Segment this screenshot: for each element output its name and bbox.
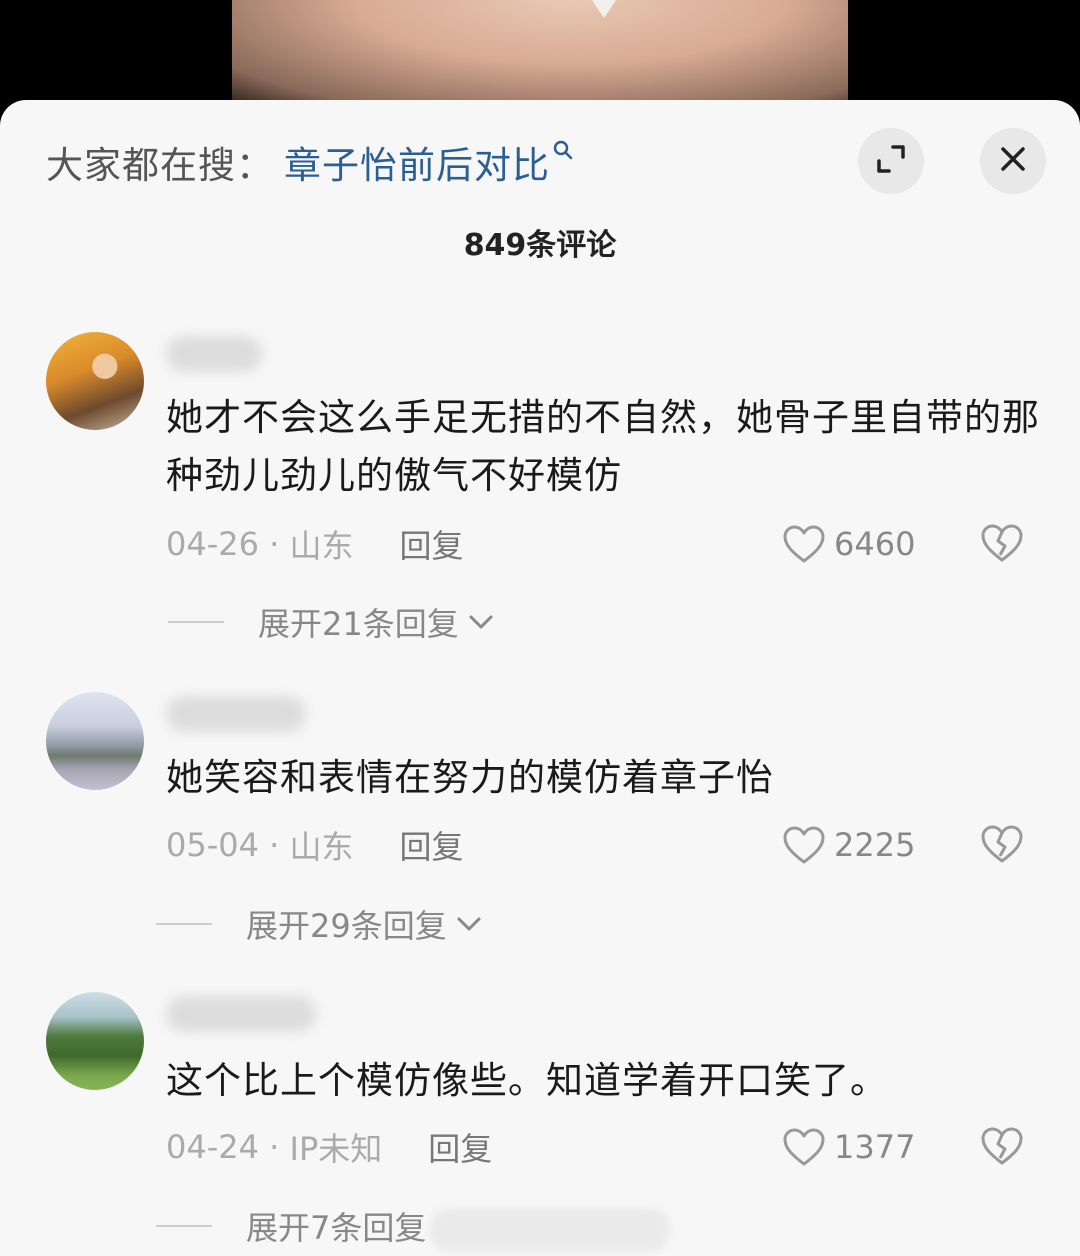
video-background bbox=[0, 0, 1080, 100]
comment-meta: 04-24 · IP未知 回复 bbox=[166, 1125, 492, 1169]
reply-button[interactable]: 回复 bbox=[428, 1124, 492, 1170]
trending-search[interactable]: 大家都在搜： 章子怡前后对比 bbox=[46, 135, 574, 189]
search-icon bbox=[552, 139, 574, 165]
divider-dash bbox=[156, 1225, 212, 1227]
comment-location: 山东 bbox=[289, 828, 354, 866]
expand-replies-label: 展开7条回复 bbox=[246, 1209, 427, 1247]
expand-replies-button[interactable]: 展开7条回复 bbox=[156, 1204, 426, 1248]
expand-replies-label: 展开29条回复 bbox=[246, 907, 447, 945]
reply-button[interactable]: 回复 bbox=[400, 521, 464, 567]
heart-icon bbox=[783, 1128, 825, 1166]
expand-replies-button[interactable]: 展开29条回复 bbox=[156, 902, 483, 946]
username-blurred[interactable] bbox=[166, 336, 262, 372]
expand-replies-label: 展开21条回复 bbox=[258, 605, 459, 643]
comment-sheet: 大家都在搜： 章子怡前后对比 849条评论 她才不会这么手足无措的不自然，她骨子… bbox=[0, 100, 1080, 1256]
avatar[interactable] bbox=[46, 692, 144, 790]
dislike-button[interactable] bbox=[980, 522, 1024, 568]
comment-meta: 04-26 · 山东 回复 bbox=[166, 522, 464, 566]
like-count: 1377 bbox=[834, 1128, 916, 1166]
like-count: 6460 bbox=[834, 525, 916, 563]
like-count: 2225 bbox=[834, 826, 916, 864]
username-blurred[interactable] bbox=[166, 696, 306, 732]
broken-heart-icon bbox=[981, 1127, 1023, 1165]
divider-dash bbox=[168, 621, 224, 623]
comment-date: 05-04 bbox=[166, 826, 259, 864]
trending-search-term[interactable]: 章子怡前后对比 bbox=[284, 135, 550, 189]
comment-date: 04-24 bbox=[166, 1128, 259, 1166]
dislike-button[interactable] bbox=[980, 823, 1024, 869]
heart-icon bbox=[783, 525, 825, 563]
avatar[interactable] bbox=[46, 992, 144, 1090]
close-icon bbox=[998, 144, 1028, 178]
dislike-button[interactable] bbox=[980, 1125, 1024, 1171]
comment-text: 她才不会这么手足无措的不自然，她骨子里自带的那种劲儿劲儿的傲气不好模仿 bbox=[166, 396, 1040, 497]
avatar[interactable] bbox=[46, 332, 144, 430]
comment-date: 04-26 bbox=[166, 525, 259, 563]
username-blurred[interactable] bbox=[166, 996, 316, 1032]
like-button[interactable]: 2225 bbox=[782, 823, 915, 867]
meta-separator: · bbox=[258, 1128, 290, 1166]
expand-button[interactable] bbox=[858, 128, 924, 194]
heart-icon bbox=[783, 826, 825, 864]
trending-search-prefix: 大家都在搜： bbox=[46, 144, 274, 187]
chevron-down-icon bbox=[457, 917, 481, 931]
like-button[interactable]: 6460 bbox=[782, 522, 915, 566]
comment-text: 她笑容和表情在努力的模仿着章子怡 bbox=[166, 756, 774, 799]
chevron-down-icon bbox=[469, 615, 493, 629]
close-button[interactable] bbox=[980, 128, 1046, 194]
broken-heart-icon bbox=[981, 524, 1023, 562]
expand-replies-button[interactable]: 展开21条回复 bbox=[168, 600, 495, 644]
video-frame[interactable] bbox=[232, 0, 848, 100]
video-detail bbox=[592, 0, 616, 18]
divider-dash bbox=[156, 923, 212, 925]
comment-text: 这个比上个模仿像些。知道学着开口笑了。 bbox=[166, 1059, 888, 1102]
comment-meta: 05-04 · 山东 回复 bbox=[166, 823, 464, 867]
broken-heart-icon bbox=[981, 825, 1023, 863]
reply-button[interactable]: 回复 bbox=[400, 822, 464, 868]
comment-location: IP未知 bbox=[289, 1130, 383, 1168]
like-button[interactable]: 1377 bbox=[782, 1125, 915, 1169]
meta-separator: · bbox=[258, 826, 290, 864]
comment-location: 山东 bbox=[289, 527, 354, 565]
comment-count-title: 849条评论 bbox=[463, 228, 617, 263]
meta-separator: · bbox=[258, 525, 290, 563]
watermark-overlay bbox=[430, 1208, 670, 1252]
expand-icon bbox=[874, 142, 908, 180]
